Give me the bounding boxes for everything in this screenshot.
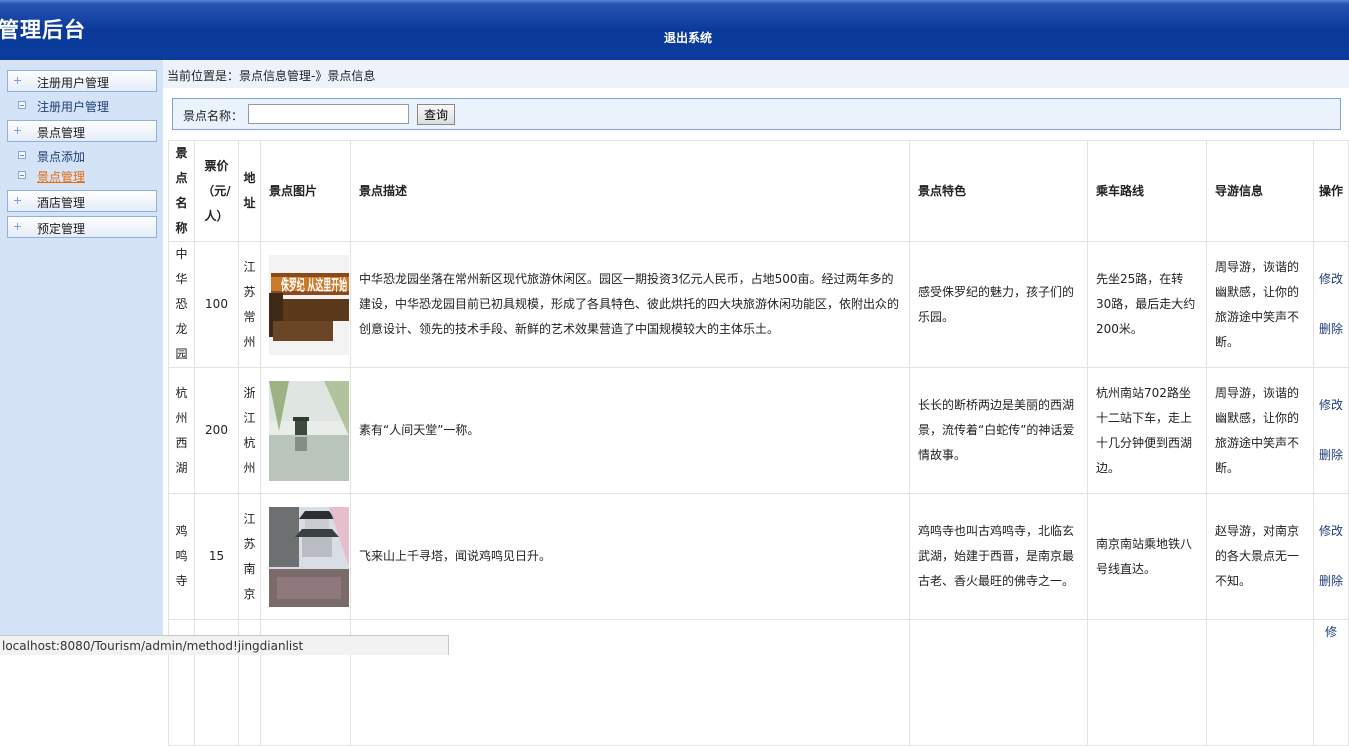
table-header-row: 景点名称 票价（元/人） 地址 景点图片 景点描述 景点特色 乘车路线 导游信息… bbox=[168, 140, 1349, 242]
sidebar-item-label: 景点添加 bbox=[37, 150, 86, 164]
cell-image: 侏罗纪 从这里开始 bbox=[260, 241, 351, 368]
cell-guide: 赵导游，对南京的各大景点无一不知。 bbox=[1206, 493, 1314, 620]
cell-guide: 周导游，诙谐的幽默感，让你的旅游途中笑声不断。 bbox=[1206, 241, 1314, 368]
edit-link[interactable]: 修改 bbox=[1318, 267, 1344, 292]
search-button[interactable]: 查询 bbox=[417, 104, 455, 125]
edit-link[interactable]: 修 bbox=[1318, 621, 1344, 646]
column-header-feature: 景点特色 bbox=[909, 140, 1088, 242]
table-row: 中华恐龙园 100 江苏常州 侏罗纪 从这里开始 中华恐龙园坐落在常州新区现代旅… bbox=[168, 241, 1349, 368]
search-panel: 景点名称： 查询 bbox=[172, 98, 1341, 130]
status-url: localhost:8080/Tourism/admin/method!jing… bbox=[2, 639, 304, 653]
cell-actions: 修改 删除 bbox=[1313, 241, 1349, 368]
cell-name: 中华恐龙园 bbox=[168, 241, 195, 368]
cell-actions: 修 bbox=[1313, 619, 1349, 746]
tree-node-icon bbox=[18, 171, 26, 179]
column-header-address: 地址 bbox=[238, 140, 261, 242]
sidebar-section-user-management[interactable]: 注册用户管理 bbox=[7, 70, 157, 92]
sidebar-item-label: 景点管理 bbox=[37, 170, 86, 184]
table-row: 鸡鸣寺 15 江苏南京 飞来山上千寻塔，闻说鸡鸣见日升。 鸡鸣寺也叫古鸡鸣寺，北… bbox=[168, 493, 1349, 620]
sidebar-section-scenic-management[interactable]: 景点管理 bbox=[7, 120, 157, 142]
sidebar-section-label: 预定管理 bbox=[37, 222, 86, 236]
logout-link[interactable]: 退出系统 bbox=[664, 29, 712, 46]
cell-price: 100 bbox=[194, 241, 239, 368]
cell-actions: 修改 删除 bbox=[1313, 493, 1349, 620]
edit-link[interactable]: 修改 bbox=[1318, 519, 1344, 544]
sidebar-section-hotel-management[interactable]: 酒店管理 bbox=[7, 190, 157, 212]
search-label: 景点名称： bbox=[183, 109, 244, 123]
sidebar: 注册用户管理 注册用户管理 景点管理 景点添加 景点管理 酒店管理 预定管理 bbox=[0, 60, 163, 655]
cell-name: 鸡鸣寺 bbox=[168, 493, 195, 620]
delete-link[interactable]: 删除 bbox=[1318, 443, 1344, 468]
cell-guide bbox=[1206, 619, 1314, 746]
column-header-description: 景点描述 bbox=[350, 140, 910, 242]
dinosaur-park-image: 侏罗纪 从这里开始 bbox=[269, 254, 349, 355]
west-lake-image bbox=[269, 380, 349, 481]
delete-link[interactable]: 删除 bbox=[1318, 569, 1344, 594]
cell-price: 200 bbox=[194, 367, 239, 494]
cell-price: 15 bbox=[194, 493, 239, 620]
cell-description: 飞来山上千寻塔，闻说鸡鸣见日升。 bbox=[350, 493, 910, 620]
scenic-name-input[interactable] bbox=[248, 104, 409, 124]
tree-node-icon bbox=[18, 151, 26, 159]
column-header-route: 乘车路线 bbox=[1087, 140, 1207, 242]
sidebar-section-label: 景点管理 bbox=[37, 126, 86, 140]
cell-guide: 周导游，诙谐的幽默感，让你的旅游途中笑声不断。 bbox=[1206, 367, 1314, 494]
cell-feature: 感受侏罗纪的魅力，孩子们的乐园。 bbox=[909, 241, 1088, 368]
edit-link[interactable]: 修改 bbox=[1318, 393, 1344, 418]
cell-route: 南京南站乘地铁八号线直达。 bbox=[1087, 493, 1207, 620]
cell-feature: 长长的断桥两边是美丽的西湖景，流传着“白蛇传”的神话爱情故事。 bbox=[909, 367, 1088, 494]
cell-description: 中华恐龙园坐落在常州新区现代旅游休闲区。园区一期投资3亿元人民币，占地500亩。… bbox=[350, 241, 910, 368]
cell-address: 江苏常州 bbox=[238, 241, 261, 368]
column-header-price: 票价（元/人） bbox=[194, 140, 239, 242]
expand-plus-icon bbox=[14, 223, 21, 230]
cell-name: 杭州西湖 bbox=[168, 367, 195, 494]
cell-description: 素有“人间天堂”一称。 bbox=[350, 367, 910, 494]
cell-image bbox=[260, 493, 351, 620]
sidebar-item-label: 注册用户管理 bbox=[37, 100, 110, 114]
jiming-temple-image bbox=[269, 506, 349, 607]
cell-actions: 修改 删除 bbox=[1313, 367, 1349, 494]
cell-route: 杭州南站702路坐十二站下车，走上十几分钟便到西湖边。 bbox=[1087, 367, 1207, 494]
sidebar-section-label: 注册用户管理 bbox=[37, 76, 110, 90]
table-row: 杭州西湖 200 浙江杭州 素有“人间天堂”一称。 长长的断桥两边是美丽的西湖景… bbox=[168, 367, 1349, 494]
column-header-name: 景点名称 bbox=[168, 140, 195, 242]
browser-status-bar: localhost:8080/Tourism/admin/method!jing… bbox=[0, 635, 449, 655]
sidebar-section-label: 酒店管理 bbox=[37, 196, 86, 210]
cell-route: 先坐25路，在转30路，最后走大约200米。 bbox=[1087, 241, 1207, 368]
image-caption-text: 侏罗纪 从这里开始 bbox=[281, 276, 347, 294]
tree-node-icon bbox=[18, 101, 26, 109]
cell-feature: 鸡鸣寺也叫古鸡鸣寺，北临玄武湖，始建于西晋，是南京最古老、香火最旺的佛寺之一。 bbox=[909, 493, 1088, 620]
breadcrumb-bar: 当前位置是：景点信息管理-》景点信息 bbox=[163, 60, 1349, 88]
sidebar-section-booking-management[interactable]: 预定管理 bbox=[7, 216, 157, 238]
cell-address: 江苏南京 bbox=[238, 493, 261, 620]
cell-feature bbox=[909, 619, 1088, 746]
column-header-actions: 操作 bbox=[1313, 140, 1349, 242]
breadcrumb: 当前位置是：景点信息管理-》景点信息 bbox=[167, 69, 376, 83]
expand-plus-icon bbox=[14, 77, 21, 84]
cell-image bbox=[260, 367, 351, 494]
cell-address: 浙江杭州 bbox=[238, 367, 261, 494]
column-header-image: 景点图片 bbox=[260, 140, 351, 242]
scenic-table: 景点名称 票价（元/人） 地址 景点图片 景点描述 景点特色 乘车路线 导游信息… bbox=[168, 140, 1349, 746]
delete-link[interactable]: 删除 bbox=[1318, 317, 1344, 342]
top-header: 管理后台 退出系统 bbox=[0, 0, 1349, 60]
cell-route bbox=[1087, 619, 1207, 746]
expand-plus-icon bbox=[14, 197, 21, 204]
expand-plus-icon bbox=[14, 127, 21, 134]
app-title: 管理后台 bbox=[0, 18, 86, 42]
column-header-guide: 导游信息 bbox=[1206, 140, 1314, 242]
